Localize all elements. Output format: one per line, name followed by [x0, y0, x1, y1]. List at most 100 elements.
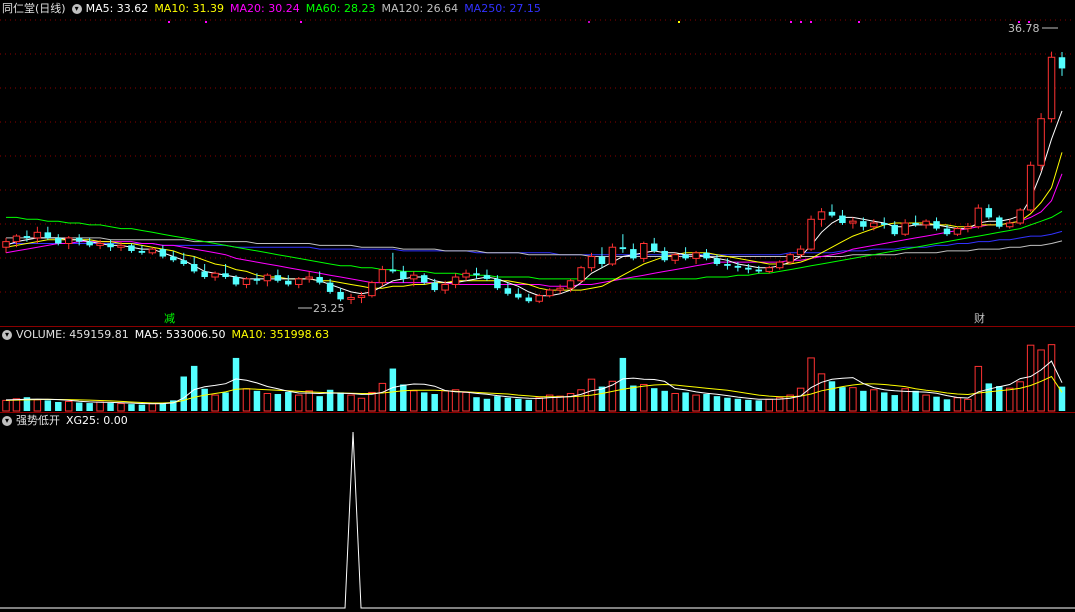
- candle-body: [420, 275, 428, 283]
- candle-body: [494, 278, 501, 289]
- volume-bar: [64, 400, 73, 412]
- candle-body: [608, 246, 617, 265]
- xg25-signal-line: [0, 431, 1075, 609]
- volume-bar: [671, 392, 679, 412]
- candle-body: [964, 226, 972, 230]
- candlestick-chart[interactable]: [0, 0, 1075, 326]
- candle-body: [566, 280, 575, 289]
- volume-bar: [431, 394, 438, 411]
- price-chart-panel[interactable]: 同仁堂(日线) ▾ MA5: 33.62 MA10: 31.39 MA20: 30.24…: [0, 0, 1075, 326]
- chevron-down-icon[interactable]: ▾: [2, 330, 12, 340]
- volume-ma5-label: MA5: 533006.50: [134, 328, 226, 341]
- candle-body: [640, 243, 648, 259]
- candle-body: [535, 295, 543, 302]
- ma10-label: MA10: 31.39: [154, 2, 225, 15]
- volume-bar: [734, 398, 742, 411]
- volume-bar: [96, 401, 104, 412]
- candle-body: [148, 248, 157, 254]
- volume-header: ▾ VOLUME: 459159.81 MA5: 533006.50 MA10: 35…: [2, 328, 335, 342]
- chevron-down-icon[interactable]: ▾: [2, 416, 12, 426]
- volume-bar: [148, 403, 157, 412]
- volume-bar: [274, 394, 282, 411]
- ma20-label: MA20: 30.24: [230, 2, 300, 15]
- candle-body: [242, 278, 251, 285]
- volume-bar: [619, 357, 627, 411]
- volume-bar: [953, 397, 962, 412]
- ma5-line: [5, 110, 1063, 297]
- chevron-down-icon[interactable]: ▾: [71, 4, 82, 14]
- candle-body: [922, 220, 930, 226]
- candle-body: [515, 293, 522, 298]
- candle-body: [953, 228, 962, 235]
- volume-bar: [985, 383, 993, 411]
- volume-bar: [996, 386, 1003, 411]
- candle-body: [985, 208, 993, 218]
- event-marker-reduce[interactable]: 减: [164, 310, 175, 326]
- volume-bar: [242, 388, 251, 412]
- volume-panel[interactable]: ▾ VOLUME: 459159.81 MA5: 533006.50 MA10: 35…: [0, 326, 1075, 412]
- ma120-label: MA120: 26.64: [381, 2, 459, 15]
- volume-bar: [891, 395, 898, 411]
- candle-body: [357, 295, 366, 299]
- candle-body: [285, 280, 292, 285]
- indicator-panel[interactable]: ▾ 强势低开 XG25: 0.00: [0, 412, 1075, 612]
- signal-dot: [810, 21, 812, 23]
- volume-bar: [494, 396, 501, 411]
- volume-bar: [943, 399, 951, 411]
- volume-bar: [724, 397, 731, 411]
- volume-bar: [964, 398, 972, 412]
- candle-body: [786, 254, 794, 263]
- candle-body: [232, 277, 240, 285]
- candle-body: [473, 273, 480, 276]
- volume-bar: [556, 395, 564, 412]
- volume-bar: [535, 397, 543, 412]
- candle-body: [765, 267, 773, 272]
- volume-bar: [295, 394, 303, 412]
- volume-bar: [222, 392, 229, 411]
- volume-bar: [107, 403, 114, 411]
- candle-body: [23, 236, 31, 238]
- candle-body: [389, 269, 397, 272]
- volume-bar: [2, 399, 10, 412]
- candle-body: [441, 283, 449, 291]
- candle-body: [1058, 57, 1066, 69]
- indicator-chart[interactable]: [0, 412, 1075, 612]
- candle-body: [410, 274, 418, 280]
- stock-title[interactable]: 同仁堂(日线): [2, 2, 66, 15]
- xg25-label: XG25: 0.00: [66, 414, 128, 427]
- volume-ma10-label: MA10: 351998.63: [231, 328, 330, 341]
- candle-body: [881, 223, 888, 225]
- volume-bar: [577, 389, 585, 412]
- candle-body: [128, 245, 135, 251]
- volume-bar: [713, 396, 721, 411]
- candle-body: [713, 258, 721, 264]
- volume-bar: [180, 376, 187, 411]
- candle-body: [933, 221, 940, 229]
- signal-dot: [858, 21, 860, 23]
- volume-bar: [745, 399, 752, 411]
- candle-body: [170, 256, 177, 261]
- indicator-header: ▾ 强势低开 XG25: 0.00: [2, 414, 134, 428]
- volume-bar: [630, 385, 637, 411]
- volume-bar: [504, 397, 512, 411]
- volume-bar: [525, 399, 533, 411]
- volume-bar: [598, 386, 606, 411]
- volume-bar: [703, 394, 710, 411]
- candle-body: [671, 254, 679, 261]
- volume-bar: [347, 394, 355, 412]
- volume-bar: [305, 390, 313, 412]
- candle-body: [849, 220, 857, 224]
- volume-bar: [922, 394, 930, 412]
- ma60-label: MA60: 28.23: [305, 2, 376, 15]
- candle-body: [75, 237, 83, 242]
- event-marker-finance[interactable]: 财: [974, 310, 985, 326]
- signal-dot: [205, 21, 207, 23]
- volume-bar: [75, 402, 83, 411]
- candle-body: [96, 243, 104, 246]
- volume-bar: [462, 391, 470, 412]
- candle-body: [556, 287, 564, 291]
- candle-body: [943, 228, 951, 235]
- ma5-label: MA5: 33.62: [85, 2, 149, 15]
- volume-bar: [807, 357, 815, 412]
- volume-bar: [410, 390, 418, 412]
